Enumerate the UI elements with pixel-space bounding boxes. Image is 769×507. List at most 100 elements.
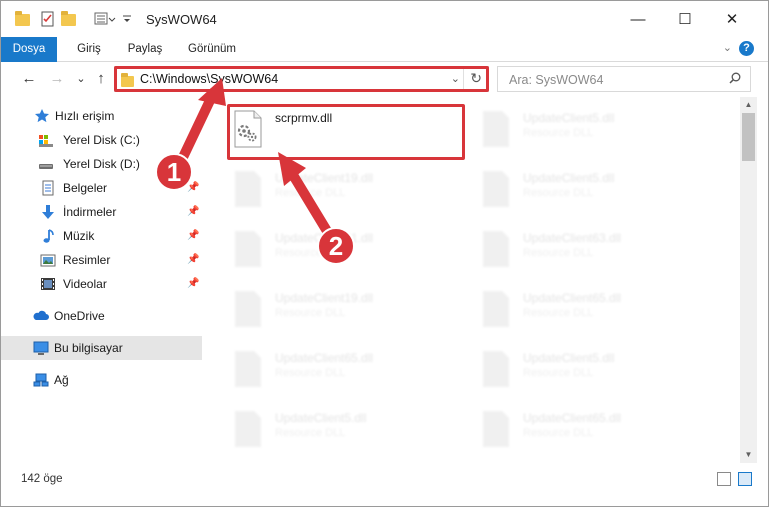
file-item[interactable]: UpdateClient21.dll Resource DLL: [213, 223, 453, 275]
file-type: Resource DLL: [523, 367, 594, 379]
close-button[interactable]: ✕: [709, 1, 755, 37]
file-name: UpdateClient65.dll: [523, 291, 622, 305]
file-type: Resource DLL: [523, 247, 594, 259]
new-folder-icon[interactable]: [61, 11, 77, 27]
folder-icon: [121, 73, 135, 87]
drive-icon: [38, 132, 54, 148]
chevron-down-icon[interactable]: ⌄: [451, 72, 460, 85]
window-title: SysWOW64: [146, 12, 217, 27]
file-item[interactable]: UpdateClient65.dll Resource DLL: [461, 403, 701, 455]
download-icon: [40, 204, 56, 220]
file-name: UpdateClient63.dll: [523, 231, 622, 245]
file-name: UpdateClient5.dll: [523, 171, 615, 185]
scroll-down-icon[interactable]: ▼: [740, 447, 757, 463]
sidebar-item-onedrive[interactable]: OneDrive: [1, 304, 202, 328]
file-name: scrprmv.dll: [275, 111, 333, 125]
file-item[interactable]: UpdateClient63.dll Resource DLL: [461, 223, 701, 275]
file-name: UpdateClient21.dll: [275, 231, 374, 245]
large-icons-view-icon[interactable]: [738, 472, 752, 486]
file-item[interactable]: UpdateClient5.dll Resource DLL: [461, 103, 701, 155]
file-type: Resource DLL: [275, 307, 346, 319]
dll-file-icon: [233, 169, 263, 209]
customize-dropdown-icon[interactable]: [122, 11, 138, 27]
dll-file-icon: [481, 109, 511, 149]
expand-ribbon-icon[interactable]: ⌄: [723, 41, 732, 54]
star-icon: [34, 108, 50, 124]
item-count: 142 öge: [21, 473, 63, 485]
search-icon[interactable]: [729, 72, 741, 84]
tab-share[interactable]: Paylaş: [121, 37, 169, 62]
sidebar-item-this-pc[interactable]: Bu bilgisayar: [1, 336, 202, 360]
file-type: Resource DLL: [275, 187, 346, 199]
file-item[interactable]: UpdateClient5.dll Resource DLL: [461, 343, 701, 395]
sidebar-item-drive-c[interactable]: Yerel Disk (C:): [1, 128, 202, 152]
search-box[interactable]: Ara: SysWOW64: [497, 66, 751, 92]
forward-button[interactable]: →: [47, 69, 67, 89]
sidebar-item-videos[interactable]: Videolar 📌: [1, 272, 202, 296]
details-view-icon[interactable]: [717, 472, 731, 486]
sidebar-item-music[interactable]: Müzik 📌: [1, 224, 202, 248]
title-bar: SysWOW64 — ☐ ✕: [1, 1, 768, 37]
scroll-up-icon[interactable]: ▲: [740, 97, 757, 113]
cloud-icon: [33, 308, 49, 324]
search-input[interactable]: Ara: SysWOW64: [509, 73, 603, 87]
maximize-button[interactable]: ☐: [662, 1, 708, 37]
navigation-bar: ← → ⌄ ↑ C:\Windows\SysWOW64 ⌄ ↻ Ara: Sys…: [1, 62, 768, 97]
file-item[interactable]: UpdateClient5.dll Resource DLL: [213, 403, 453, 455]
dll-file-icon: [481, 289, 511, 329]
file-type: Resource DLL: [523, 187, 594, 199]
computer-icon: [33, 340, 49, 356]
file-item[interactable]: UpdateClient65.dll Resource DLL: [213, 343, 453, 395]
ribbon: Dosya Giriş Paylaş Görünüm ⌄ ?: [1, 37, 768, 62]
pin-icon[interactable]: 📌: [187, 254, 199, 265]
file-item[interactable]: UpdateClient65.dll Resource DLL: [461, 283, 701, 335]
dll-file-icon: [233, 409, 263, 449]
documents-icon: [40, 180, 56, 196]
address-bar[interactable]: C:\Windows\SysWOW64 ⌄ ↻: [114, 66, 489, 92]
minimize-button[interactable]: —: [615, 1, 661, 37]
navigation-pane: Hızlı erişim Yerel Disk (C:) Yerel Disk …: [1, 101, 213, 463]
pin-icon[interactable]: 📌: [187, 230, 199, 241]
sidebar-item-quick-access[interactable]: Hızlı erişim: [1, 104, 202, 128]
file-name: UpdateClient5.dll: [523, 111, 615, 125]
up-button[interactable]: ↑: [91, 69, 111, 89]
pictures-icon: [40, 252, 56, 268]
help-icon[interactable]: ?: [739, 41, 754, 56]
file-item-highlighted[interactable]: scrprmv.dll: [213, 103, 453, 155]
file-name: UpdateClient19.dll: [275, 291, 374, 305]
file-item[interactable]: UpdateClient19.dll Resource DLL: [213, 163, 453, 215]
dll-file-icon: [481, 169, 511, 209]
sidebar-item-downloads[interactable]: İndirmeler 📌: [1, 200, 202, 224]
network-icon: [33, 372, 49, 388]
sidebar-item-network[interactable]: Ağ: [1, 368, 202, 392]
recent-locations-button[interactable]: ⌄: [71, 69, 91, 89]
file-name: UpdateClient5.dll: [275, 411, 367, 425]
pin-icon[interactable]: 📌: [187, 182, 199, 193]
scrollbar-thumb[interactable]: [742, 113, 755, 161]
tab-file[interactable]: Dosya: [1, 37, 57, 62]
back-button[interactable]: ←: [19, 69, 39, 89]
folder-icon: [15, 11, 31, 27]
tab-view[interactable]: Görünüm: [181, 37, 243, 62]
dll-file-icon: [481, 409, 511, 449]
sidebar-item-documents[interactable]: Belgeler 📌: [1, 176, 202, 200]
pin-icon[interactable]: 📌: [187, 278, 199, 289]
status-bar: 142 öge: [1, 463, 768, 493]
quick-access-toolbar-icon[interactable]: [94, 11, 116, 27]
sidebar-item-drive-d[interactable]: Yerel Disk (D:): [1, 152, 202, 176]
file-name: UpdateClient65.dll: [275, 351, 374, 365]
pin-icon[interactable]: 📌: [187, 206, 199, 217]
vertical-scrollbar[interactable]: ▲ ▼: [740, 97, 757, 463]
file-name: UpdateClient19.dll: [275, 171, 374, 185]
sidebar-item-pictures[interactable]: Resimler 📌: [1, 248, 202, 272]
dll-file-icon: [233, 109, 263, 149]
dll-file-icon: [233, 289, 263, 329]
file-type: Resource DLL: [275, 367, 346, 379]
file-item[interactable]: UpdateClient5.dll Resource DLL: [461, 163, 701, 215]
file-item[interactable]: UpdateClient19.dll Resource DLL: [213, 283, 453, 335]
tab-home[interactable]: Giriş: [67, 37, 111, 62]
dll-file-icon: [481, 349, 511, 389]
properties-icon[interactable]: [40, 11, 56, 27]
address-path[interactable]: C:\Windows\SysWOW64: [140, 72, 278, 86]
refresh-icon[interactable]: ↻: [470, 70, 482, 87]
